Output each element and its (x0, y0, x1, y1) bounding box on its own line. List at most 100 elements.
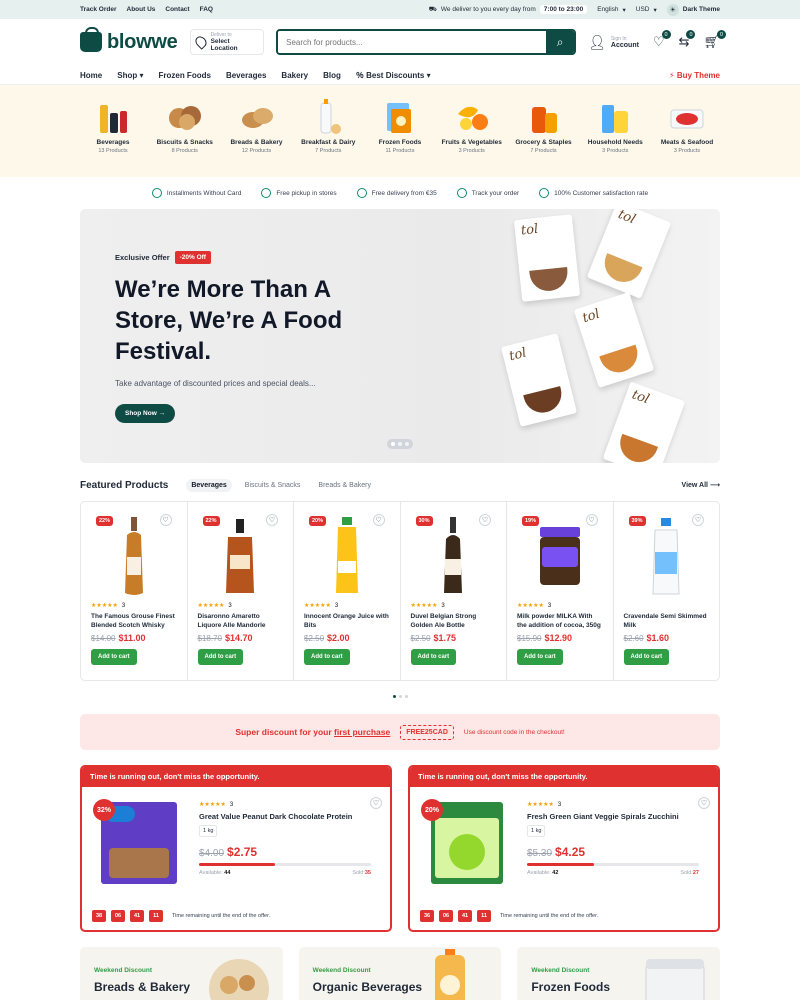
nav-beverages[interactable]: Beverages (226, 71, 266, 80)
juice-pouch-image (435, 949, 466, 1000)
product-name[interactable]: Duvel Belgian Strong Golden Ale Bottle (411, 612, 497, 630)
timer-minutes: 41 (458, 910, 472, 922)
nav-best-discounts[interactable]: ％ Best Discounts ▾ (356, 70, 431, 81)
category-meats-seafood[interactable]: Meats & Seafood 3 Products (654, 99, 720, 154)
product-image[interactable] (304, 516, 390, 598)
wishlist-button[interactable]: ♡ 0 (653, 30, 671, 50)
search-button[interactable]: ⌕ (546, 31, 575, 53)
buy-theme-link[interactable]: ⚡︎ Buy Theme (669, 71, 720, 80)
add-to-cart-button[interactable]: Add to cart (517, 649, 563, 665)
wishlist-heart-icon[interactable]: ♡ (585, 514, 598, 526)
deal-header: Time is running out, don't miss the oppo… (82, 767, 390, 787)
first-purchase-link[interactable]: first purchase (334, 727, 390, 737)
account-link[interactable]: 👤︎ Sign In Account (588, 34, 639, 51)
product-name[interactable]: The Famous Grouse Finest Blended Scotch … (91, 612, 177, 630)
contact-link[interactable]: Contact (165, 6, 189, 13)
category-biscuits-snacks[interactable]: Biscuits & Snacks 8 Products (152, 99, 218, 154)
product-card[interactable]: 30% ♡ ★★★★★ 3 Duvel Belgian Strong Golden Al… (401, 502, 507, 680)
product-name[interactable]: Milk powder MILKA With the addition of c… (517, 612, 603, 630)
about-link[interactable]: About Us (127, 6, 156, 13)
category-breads-bakery[interactable]: Breads & Bakery 12 Products (224, 99, 290, 154)
product-image[interactable] (91, 516, 177, 598)
category-grocery-staples[interactable]: Grocery & Staples 7 Products (511, 99, 577, 154)
product-image[interactable] (517, 516, 603, 598)
deal-product-image[interactable]: 32% (93, 797, 181, 887)
deal-product-image[interactable]: 20% (421, 797, 509, 887)
product-card[interactable]: 39%♡★Cravendale Semi Skimmed Milk$2.60$1… (614, 502, 720, 680)
nav-blog[interactable]: Blog (323, 71, 341, 80)
track-order-link[interactable]: Track Order (80, 6, 117, 13)
discount-badge: 20% (309, 516, 327, 526)
category-breakfast-dairy[interactable]: Breakfast & Dairy 7 Products (295, 99, 361, 154)
nav-frozen-foods[interactable]: Frozen Foods (158, 71, 210, 80)
view-all-link[interactable]: View All ⟶ (682, 481, 720, 489)
product-card[interactable]: 19% ♡ ★★★★★ 3 Milk powder MILKA With the add… (507, 502, 614, 680)
add-to-cart-button[interactable]: Add to cart (91, 649, 137, 665)
weekend-card[interactable]: Weekend Discount Breads & Bakery (80, 947, 283, 1000)
shop-now-button[interactable]: Shop Now → (115, 404, 176, 423)
product-name[interactable]: Cravendale Semi Skimmed Milk (624, 612, 710, 630)
feature-item: Installments Without Card (151, 188, 241, 198)
old-price: $2.60 (623, 634, 644, 643)
carousel-dots[interactable] (80, 695, 720, 698)
weekend-card[interactable]: Weekend Discount Organic Beverages (298, 947, 502, 1000)
category-beverages[interactable]: Beverages 13 Products (80, 99, 146, 154)
product-image[interactable] (411, 516, 497, 598)
card-icon (151, 188, 162, 198)
wishlist-heart-icon[interactable]: ♡ (266, 514, 278, 526)
main-nav: Home Shop ▾ Frozen Foods Beverages Baker… (0, 65, 800, 85)
weekend-discounts: Weekend Discount Breads & Bakery Weekend… (80, 947, 721, 1000)
wishlist-heart-icon[interactable]: ♡ (698, 797, 710, 809)
category-fruits-vegetables[interactable]: Fruits & Vegetables 3 Products (439, 99, 505, 154)
product-image[interactable] (198, 516, 284, 598)
bag-logo-icon (80, 27, 102, 52)
tab-breads-bakery[interactable]: Breads & Bakery (313, 479, 376, 492)
nav-bakery[interactable]: Bakery (281, 71, 308, 80)
faq-link[interactable]: FAQ (200, 6, 213, 13)
hero-slider-dots[interactable] (387, 439, 413, 449)
category-household-needs[interactable]: Household Needs 3 Products (582, 99, 648, 154)
deal-product-name[interactable]: Fresh Green Giant Veggie Spirals Zucchin… (527, 812, 710, 821)
wishlist-heart-icon[interactable]: ♡ (372, 514, 385, 526)
product-card[interactable]: 22% ♡ ★★★★★ 3 Disaronno Amaretto Liquore All… (188, 502, 294, 680)
add-to-cart-button[interactable]: Add to cart (623, 649, 670, 665)
shield-icon (539, 188, 550, 198)
deal-product-name[interactable]: Great Value Peanut Dark Chocolate Protei… (199, 812, 382, 821)
add-to-cart-button[interactable]: Add to cart (410, 649, 457, 665)
product-name[interactable]: Disaronno Amaretto Liquore Alle Mandorle (198, 612, 284, 630)
wishlist-heart-icon[interactable]: ♡ (370, 797, 382, 809)
timer-hours: 06 (439, 910, 453, 922)
weekend-card[interactable]: Weekend Discount Frozen Foods (517, 947, 721, 1000)
search-input[interactable] (278, 31, 547, 53)
timer-hours: 06 (111, 910, 125, 922)
header: blowwe Deliver to Select Location ⌕ 👤︎ S… (0, 19, 800, 65)
product-card[interactable]: 20% ♡ ★★★★★ 3 Innocent Orange Juice with Bit… (294, 502, 401, 680)
nav-shop[interactable]: Shop ▾ (117, 71, 143, 80)
tab-beverages[interactable]: Beverages (186, 478, 232, 492)
nav-home[interactable]: Home (80, 71, 102, 80)
compare-button[interactable]: ⇆ 0 (679, 30, 696, 50)
wishlist-heart-icon[interactable]: ♡ (692, 514, 704, 526)
bread-basket-image (208, 959, 269, 1000)
product-image[interactable] (624, 516, 710, 598)
wishlist-heart-icon[interactable]: ♡ (159, 514, 172, 526)
location-selector[interactable]: Deliver to Select Location (189, 29, 265, 55)
available-count: Available: 42 (527, 870, 559, 876)
product-name[interactable]: Innocent Orange Juice with Bits (304, 612, 390, 630)
cart-button[interactable]: 🛒︎ 0 (703, 30, 726, 50)
dark-theme-toggle[interactable]: ☀ Dark Theme (666, 3, 720, 16)
currency-select[interactable]: USD ▾ (636, 6, 657, 14)
language-select[interactable]: English ▾ (597, 6, 626, 14)
category-frozen-foods[interactable]: Frozen Foods 11 Products (367, 99, 433, 154)
wishlist-heart-icon[interactable]: ♡ (479, 514, 491, 526)
add-to-cart-button[interactable]: Add to cart (197, 649, 244, 665)
current-price: $1.75 (433, 633, 457, 643)
category-count: 12 Products (241, 148, 272, 154)
tab-biscuits-snacks[interactable]: Biscuits & Snacks (240, 479, 306, 492)
logo[interactable]: blowwe (80, 27, 178, 54)
percent-icon: ％ (355, 70, 364, 80)
promo-code[interactable]: FREE25CAD (400, 724, 454, 740)
product-card[interactable]: 22% ♡ ★★★★★ 3 The Famous Grouse Finest Blend… (81, 502, 188, 680)
add-to-cart-button[interactable]: Add to cart (304, 649, 350, 665)
old-price: $2.50 (304, 634, 325, 643)
